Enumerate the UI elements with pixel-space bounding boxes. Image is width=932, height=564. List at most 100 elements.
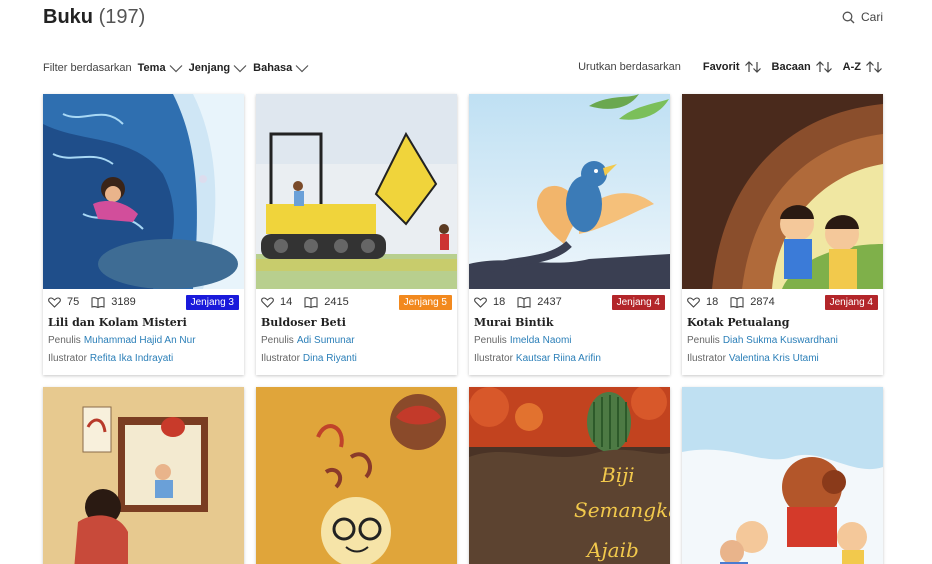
book-title[interactable]: Kotak Petualang [687, 316, 878, 331]
writer-label: Penulis [261, 335, 294, 346]
book-cover [43, 94, 244, 289]
illustrator-name[interactable]: Refita Ika Indrayati [90, 353, 173, 364]
illustrator-credit: Ilustrator Kautsar Riina Arifin [474, 353, 665, 367]
book-card[interactable] [256, 387, 457, 564]
sort-az[interactable]: A-Z [843, 61, 883, 73]
writer-label: Penulis [474, 335, 507, 346]
illustrator-credit: Ilustrator Valentina Kris Utami [687, 353, 878, 367]
illustrator-label: Ilustrator [687, 353, 726, 364]
heart-icon [261, 296, 274, 308]
sort-label: Urutkan berdasarkan [578, 61, 681, 73]
read-stat: 2415 [304, 296, 349, 308]
book-card[interactable]: 75 3189 Jenjang 3 Lili dan Kolam Misteri… [43, 94, 244, 375]
page-title-text: Buku [43, 6, 93, 28]
illustrator-credit: Ilustrator Dina Riyanti [261, 353, 452, 367]
illustrator-label: Ilustrator [48, 353, 87, 364]
like-count: 75 [67, 296, 80, 308]
level-badge: Jenjang 4 [611, 294, 665, 310]
level-badge: Jenjang 4 [824, 294, 878, 310]
illustrator-name[interactable]: Kautsar Riina Arifin [516, 353, 601, 364]
book-cover [256, 94, 457, 289]
read-count: 2415 [324, 296, 349, 308]
writer-credit: Penulis Adi Sumunar [261, 335, 452, 349]
level-badge: Jenjang 5 [398, 294, 452, 310]
filter-tema-label: Tema [137, 62, 166, 74]
illustrator-name[interactable]: Valentina Kris Utami [729, 353, 819, 364]
read-stat: 2437 [517, 296, 562, 308]
sort-az-label: A-Z [842, 61, 861, 73]
book-count: (197) [98, 6, 146, 28]
book-card[interactable]: 14 2415 Jenjang 5 Buldoser Beti Penulis A… [256, 94, 457, 375]
book-cover [682, 94, 883, 289]
heart-icon [687, 296, 700, 308]
book-cover [256, 387, 457, 564]
filter-jenjang-label: Jenjang [188, 62, 231, 74]
like-stat[interactable]: 18 [687, 296, 718, 308]
read-count: 2437 [537, 296, 562, 308]
like-count: 18 [493, 296, 506, 308]
filter-bahasa-label: Bahasa [253, 62, 293, 74]
book-cover [43, 387, 244, 564]
sort-bacaan-label: Bacaan [771, 61, 811, 73]
book-title[interactable]: Murai Bintik [474, 316, 665, 331]
heart-icon [474, 296, 487, 308]
writer-name[interactable]: Imelda Naomi [510, 335, 572, 346]
writer-label: Penulis [687, 335, 720, 346]
book-card[interactable]: Biji Semangka Ajaib [469, 387, 670, 564]
read-stat: 3189 [91, 296, 136, 308]
filter-bar: Filter berdasarkan Tema Jenjang Bahasa [43, 62, 315, 74]
sort-favorit-label: Favorit [702, 61, 740, 73]
sort-arrows-icon [744, 61, 761, 73]
book-cover: Biji Semangka Ajaib [469, 387, 670, 564]
filter-bahasa[interactable]: Bahasa [253, 62, 309, 74]
page-title: Buku (197) [43, 6, 145, 29]
like-stat[interactable]: 18 [474, 296, 505, 308]
like-stat[interactable]: 14 [261, 296, 292, 308]
writer-credit: Penulis Muhammad Hajid An Nur [48, 335, 239, 349]
heart-icon [48, 296, 61, 308]
read-count: 2874 [750, 296, 775, 308]
cover-text-line: Semangka [574, 498, 670, 522]
filter-jenjang[interactable]: Jenjang [189, 62, 248, 74]
book-card[interactable] [43, 387, 244, 564]
writer-name[interactable]: Diah Sukma Kuswardhani [723, 335, 838, 346]
sort-favorit[interactable]: Favorit [703, 61, 762, 73]
search-icon [842, 11, 855, 23]
book-card[interactable] [682, 387, 883, 564]
sort-arrows-icon [815, 61, 832, 73]
cover-text-line: Biji [600, 463, 635, 487]
book-open-icon [730, 296, 744, 308]
writer-label: Penulis [48, 335, 81, 346]
read-stat: 2874 [730, 296, 775, 308]
sort-arrows-icon [866, 61, 882, 73]
chevron-down-icon [169, 64, 183, 72]
sort-bar: Urutkan berdasarkan Favorit Bacaan A-Z [578, 61, 883, 73]
like-count: 14 [280, 296, 293, 308]
cover-text-line: Ajaib [585, 538, 639, 562]
book-card[interactable]: 18 2874 Jenjang 4 Kotak Petualang Penuli… [682, 94, 883, 375]
chevron-down-icon [233, 64, 247, 72]
like-stat[interactable]: 75 [48, 296, 79, 308]
book-cover [469, 94, 670, 289]
level-badge: Jenjang 3 [185, 294, 239, 310]
filter-tema[interactable]: Tema [138, 62, 183, 74]
illustrator-credit: Ilustrator Refita Ika Indrayati [48, 353, 239, 367]
search-button[interactable]: Cari [842, 10, 883, 24]
like-count: 18 [706, 296, 719, 308]
writer-credit: Penulis Diah Sukma Kuswardhani [687, 335, 878, 349]
book-open-icon [304, 296, 318, 308]
book-card[interactable]: 18 2437 Jenjang 4 Murai Bintik Penulis Im… [469, 94, 670, 375]
read-count: 3189 [111, 296, 136, 308]
book-title[interactable]: Buldoser Beti [261, 316, 452, 331]
writer-name[interactable]: Adi Sumunar [297, 335, 355, 346]
writer-credit: Penulis Imelda Naomi [474, 335, 665, 349]
illustrator-name[interactable]: Dina Riyanti [303, 353, 357, 364]
sort-bacaan[interactable]: Bacaan [772, 61, 833, 73]
book-title[interactable]: Lili dan Kolam Misteri [48, 316, 239, 331]
book-open-icon [517, 296, 531, 308]
illustrator-label: Ilustrator [474, 353, 513, 364]
search-label: Cari [860, 10, 883, 24]
filter-label: Filter berdasarkan [43, 62, 132, 74]
illustrator-label: Ilustrator [261, 353, 300, 364]
writer-name[interactable]: Muhammad Hajid An Nur [84, 335, 196, 346]
